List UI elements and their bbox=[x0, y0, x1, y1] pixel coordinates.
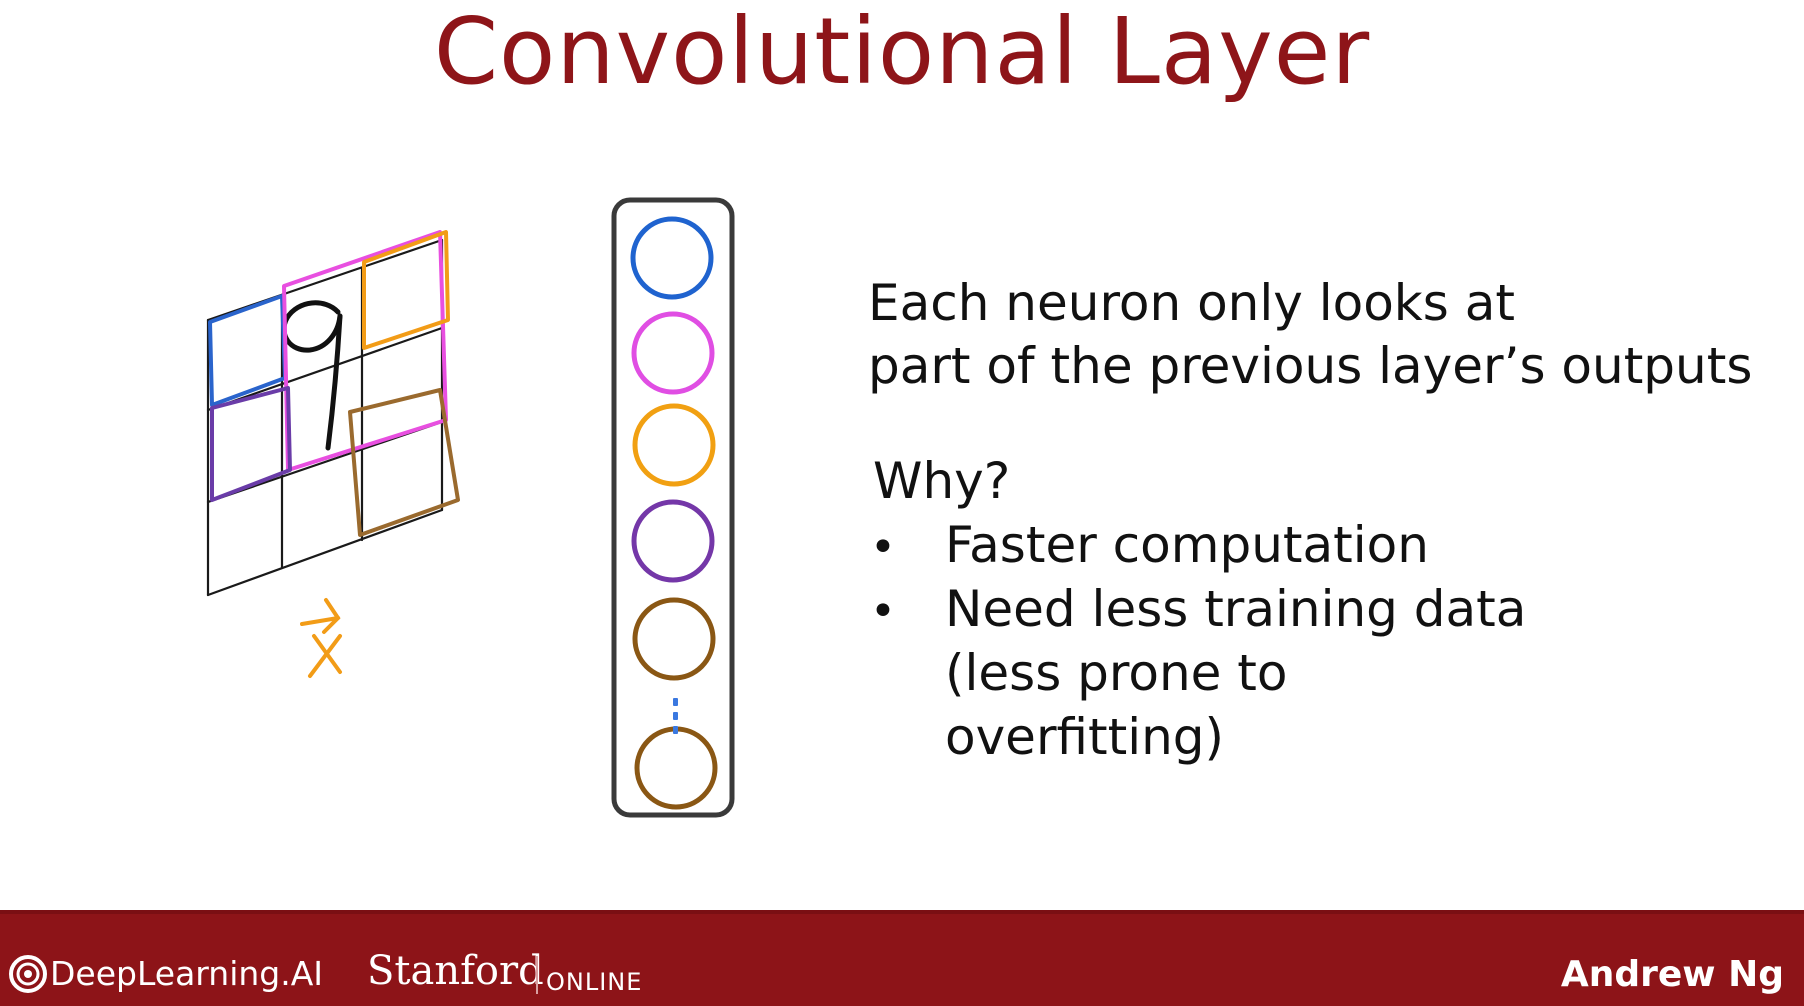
region-blue bbox=[208, 294, 287, 407]
footer-bar: DeepLearning.AI Stanford ONLINE Andrew N… bbox=[0, 910, 1804, 1006]
handwritten-digit bbox=[281, 300, 343, 451]
description-line-1: Each neuron only looks at bbox=[868, 274, 1515, 332]
bullet-continuation-2: overfitting) bbox=[945, 708, 1225, 766]
why-heading: Why? bbox=[873, 452, 1011, 510]
author-name: Andrew Ng bbox=[1560, 954, 1784, 995]
input-vector-label bbox=[300, 598, 342, 678]
input-grid bbox=[206, 238, 444, 597]
neuron-ellipsis bbox=[673, 698, 678, 734]
partner-suffix: ONLINE bbox=[546, 968, 643, 996]
slide: Convolutional Layer Each neuron only loo… bbox=[0, 0, 1804, 1006]
brand-name: DeepLearning.AI bbox=[50, 954, 324, 993]
bullet-less-training-data: Need less training data bbox=[945, 580, 1527, 638]
input-grid-bottom-edge bbox=[206, 508, 444, 597]
partner-divider bbox=[536, 956, 538, 994]
deeplearning-logo-icon bbox=[9, 955, 47, 993]
partner-name: Stanford bbox=[367, 948, 544, 994]
bullet-continuation-1: (less prone to bbox=[945, 644, 1288, 702]
region-purple bbox=[210, 386, 292, 502]
bullet-dot-1: • bbox=[870, 522, 896, 573]
description-line-2: part of the previous layer’s outputs bbox=[868, 337, 1753, 395]
bullet-faster-computation: Faster computation bbox=[945, 516, 1429, 574]
bullet-dot-2: • bbox=[870, 586, 896, 637]
neuron-layer-box bbox=[611, 197, 735, 818]
